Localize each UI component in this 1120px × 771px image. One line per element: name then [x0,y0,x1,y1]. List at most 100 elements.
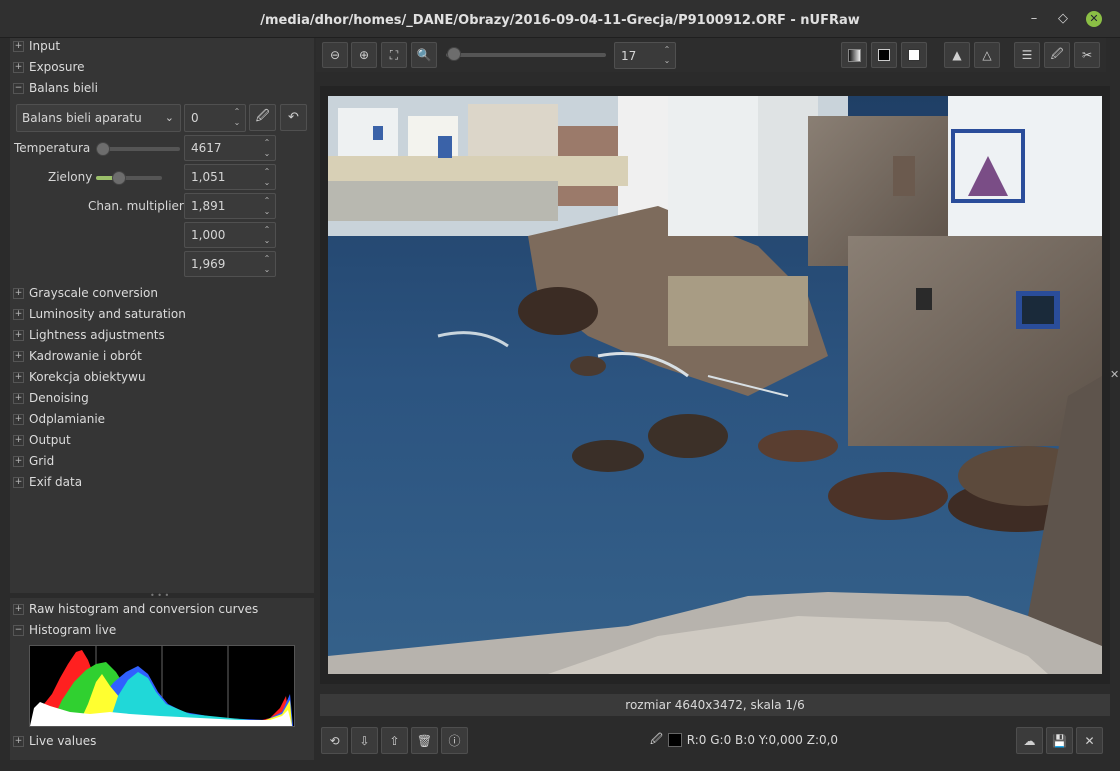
pixel-values: 🖉 R:0 G:0 B:0 Y:0,000 Z:0,0 [650,731,838,749]
maximize-button[interactable]: ◇ [1055,11,1071,27]
eyedropper-icon: 🖉 [1050,46,1064,61]
collapse-icon: − [13,82,24,94]
black-square-icon [878,49,890,61]
crop-tool-button[interactable]: ✂ [1074,42,1100,68]
wb-fine-tune-field[interactable]: 0 ⌃ ⌄ [184,104,246,132]
wb-reset-button[interactable]: ↶ [280,104,307,131]
zoom-fit-icon: ⛶ [389,47,399,62]
green-slider-knob[interactable] [112,171,126,185]
section-grayscale[interactable]: + Grayscale conversion [10,283,310,303]
spin-arrows-icon[interactable]: ⌃ ⌄ [232,106,242,128]
eyedropper-icon: 🖉 [255,108,270,124]
expander-icon: + [13,308,24,320]
zoom-out-button[interactable]: ⊖ [322,42,348,68]
close-button[interactable]: ✕ [1086,11,1102,27]
zoom-fit-button[interactable]: ⛶ [381,42,407,68]
section-exposure[interactable]: + Exposure [10,57,310,77]
section-crop-rotate[interactable]: + Kadrowanie i obrót [10,346,310,366]
zoom-field[interactable]: 17 ⌃ ⌄ [614,42,676,69]
zoom-in-button[interactable]: ⊕ [351,42,377,68]
spot-picker-button[interactable]: 🖉 [1044,42,1070,68]
underexposure-warning-button[interactable]: ▲ [944,42,970,68]
white-square-icon [908,49,920,61]
load-icon: ⇩ [359,733,370,748]
section-lens-correction[interactable]: + Korekcja obiektywu [10,367,310,387]
green-slider[interactable] [96,171,162,185]
grayscale-indicator-button[interactable] [841,42,867,68]
live-histogram [29,645,295,727]
section-luminosity[interactable]: + Luminosity and saturation [10,304,310,324]
preview-image[interactable] [328,96,1102,674]
spin-arrows-icon[interactable]: ⌃ ⌄ [262,253,272,275]
temperature-field[interactable]: 4617 ⌃ ⌄ [184,135,276,161]
temperature-slider[interactable] [96,142,180,156]
section-exif[interactable]: + Exif data [10,472,310,492]
minimize-button[interactable]: – [1026,11,1042,27]
zoom-in-icon: ⊕ [358,48,370,62]
expander-icon: + [13,287,24,299]
warning-light-icon: △ [982,48,992,62]
gradient-icon [847,48,861,62]
scissors-icon: ✂ [1081,48,1093,62]
reset-all-button[interactable]: ⟲ [321,727,348,754]
settings-panel: + Input + Exposure − Balans bieli Balans… [10,38,314,593]
zoom-100-button[interactable]: 🔍 [411,42,437,68]
temperature-label: Temperatura [14,141,91,155]
black-clip-button[interactable] [871,42,897,68]
section-input[interactable]: + Input [10,36,310,56]
multiplier-green-field[interactable]: 1,000 ⌃ ⌄ [184,222,276,248]
zoom-slider[interactable] [446,53,606,57]
pixel-readout: R:0 G:0 B:0 Y:0,000 Z:0,0 [686,733,839,747]
warning-dark-icon: ▲ [952,48,962,62]
temperature-slider-knob[interactable] [96,142,110,156]
save-settings-button[interactable]: ⇧ [381,727,408,754]
section-despeckle[interactable]: + Odplamianie [10,409,310,429]
overexposure-warning-button[interactable]: △ [974,42,1000,68]
harbor-photo [328,96,1102,674]
expander-icon: + [13,371,24,383]
spin-arrows-icon[interactable]: ⌃ ⌄ [262,137,272,159]
spin-arrows-icon[interactable]: ⌃ ⌄ [262,224,272,246]
section-raw-histogram[interactable]: + Raw histogram and conversion curves [10,599,310,619]
options-button[interactable]: ☰ [1014,42,1040,68]
section-white-balance[interactable]: − Balans bieli [10,78,310,98]
multipliers-label: Chan. multipliers [88,199,191,213]
expander-icon: + [13,61,24,73]
collapse-icon: − [13,624,24,636]
list-icon: ☰ [1021,48,1033,62]
section-grid[interactable]: + Grid [10,451,310,471]
expander-icon: + [13,40,24,52]
send-to-gimp-button[interactable]: ☁ [1016,727,1043,754]
white-balance-mode-select[interactable]: Balans bieli aparatu ⌄ [16,104,181,132]
gimp-icon: ☁ [1023,733,1036,748]
section-live-histogram[interactable]: − Histogram live [10,620,310,640]
spin-arrows-icon[interactable]: ⌃ ⌄ [662,44,672,66]
expander-icon: + [13,434,24,446]
info-button[interactable]: ⓘ [441,727,468,754]
zoom-slider-knob[interactable] [447,47,461,61]
spin-arrows-icon[interactable]: ⌃ ⌄ [262,166,272,188]
wb-picker-button[interactable]: 🖉 [249,104,276,131]
side-panel-close-icon[interactable]: ✕ [1110,368,1119,381]
expander-icon: + [13,455,24,467]
delete-button[interactable]: 🗑 [411,727,438,754]
chevron-down-icon: ⌄ [164,111,174,124]
expander-icon: + [13,735,24,747]
green-field[interactable]: 1,051 ⌃ ⌄ [184,164,276,190]
save-image-icon: 💾 [1052,733,1067,748]
multiplier-blue-field[interactable]: 1,969 ⌃ ⌄ [184,251,276,277]
spin-arrows-icon[interactable]: ⌃ ⌄ [262,195,272,217]
load-settings-button[interactable]: ⇩ [351,727,378,754]
expander-icon: + [13,392,24,404]
close-editor-button[interactable]: ✕ [1076,727,1103,754]
section-output[interactable]: + Output [10,430,310,450]
section-denoising[interactable]: + Denoising [10,388,310,408]
save-image-button[interactable]: 💾 [1046,727,1073,754]
save-icon: ⇧ [389,733,400,748]
section-live-values[interactable]: + Live values [10,731,310,751]
zoom-100-icon: 🔍 [416,48,432,62]
multiplier-red-field[interactable]: 1,891 ⌃ ⌄ [184,193,276,219]
title-bar: /media/dhor/homes/_DANE/Obrazy/2016-09-0… [0,0,1120,38]
section-lightness[interactable]: + Lightness adjustments [10,325,310,345]
white-clip-button[interactable] [901,42,927,68]
